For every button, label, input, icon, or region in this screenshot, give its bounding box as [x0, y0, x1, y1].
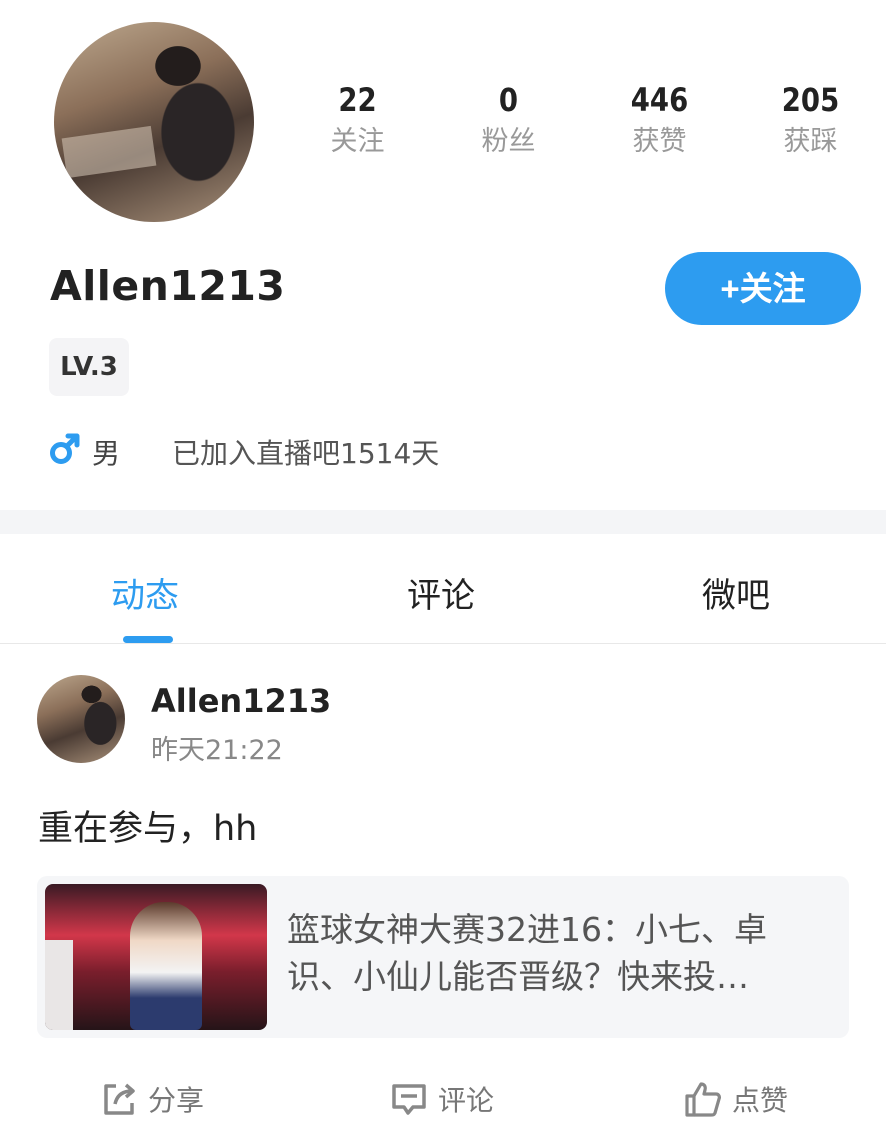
comment-label: 评论 [438, 1084, 495, 1117]
stat-dislikes-count: 205 [781, 81, 840, 119]
male-icon [50, 433, 80, 464]
tab-activity[interactable]: 动态 [111, 568, 179, 617]
tab-weiba[interactable]: 微吧 [702, 568, 770, 617]
share-button[interactable]: 分享 [100, 1074, 204, 1124]
stat-likes-label: 获赞 [632, 126, 687, 157]
link-title: 篮球女神大赛32进16：小七、卓识、小仙儿能否晋级？快来投… [287, 910, 767, 996]
post-timestamp: 昨天21:22 [151, 735, 283, 766]
active-tab-indicator [123, 636, 173, 643]
share-icon [104, 1083, 135, 1115]
link-thumbnail [45, 884, 267, 1030]
tab-comments[interactable]: 评论 [407, 568, 475, 617]
stat-likes-count: 446 [630, 81, 689, 119]
stat-dislikes-label: 获踩 [783, 126, 838, 157]
content-tabs: 动态 评论 微吧 [0, 534, 886, 644]
thumbnail-figure [130, 902, 202, 1030]
profile-avatar[interactable] [54, 22, 254, 222]
post-author-avatar[interactable] [37, 675, 125, 763]
like-label: 点赞 [732, 1084, 789, 1117]
thumbnail-background [45, 940, 73, 1030]
thumbs-up-icon [685, 1082, 721, 1117]
profile-stats: 22 关注 0 粉丝 446 获赞 205 获踩 [282, 80, 886, 180]
comment-icon [392, 1084, 426, 1115]
stat-following-label: 关注 [330, 126, 385, 157]
stat-fans-label: 粉丝 [481, 126, 536, 157]
follow-button[interactable]: +关注 [665, 252, 861, 325]
level-badge: LV.3 [49, 338, 129, 396]
gender-label: 男 [92, 437, 121, 470]
stat-following[interactable]: 22 关注 [282, 80, 433, 180]
comment-button[interactable]: 评论 [390, 1074, 494, 1124]
stat-fans[interactable]: 0 粉丝 [433, 80, 584, 180]
like-button[interactable]: 点赞 [684, 1074, 788, 1124]
profile-username: Allen1213 [50, 262, 286, 310]
stat-following-count: 22 [338, 81, 377, 119]
stat-dislikes[interactable]: 205 获踩 [735, 80, 886, 180]
joined-days: 已加入直播吧1514天 [172, 437, 440, 470]
post-body: 重在参与，hh [38, 809, 258, 849]
section-divider [0, 510, 886, 534]
stat-likes[interactable]: 446 获赞 [584, 80, 735, 180]
stat-fans-count: 0 [498, 81, 519, 119]
post-author-name[interactable]: Allen1213 [151, 682, 331, 720]
shared-link-card[interactable]: 篮球女神大赛32进16：小七、卓识、小仙儿能否晋级？快来投… [37, 876, 849, 1038]
share-label: 分享 [148, 1084, 205, 1117]
